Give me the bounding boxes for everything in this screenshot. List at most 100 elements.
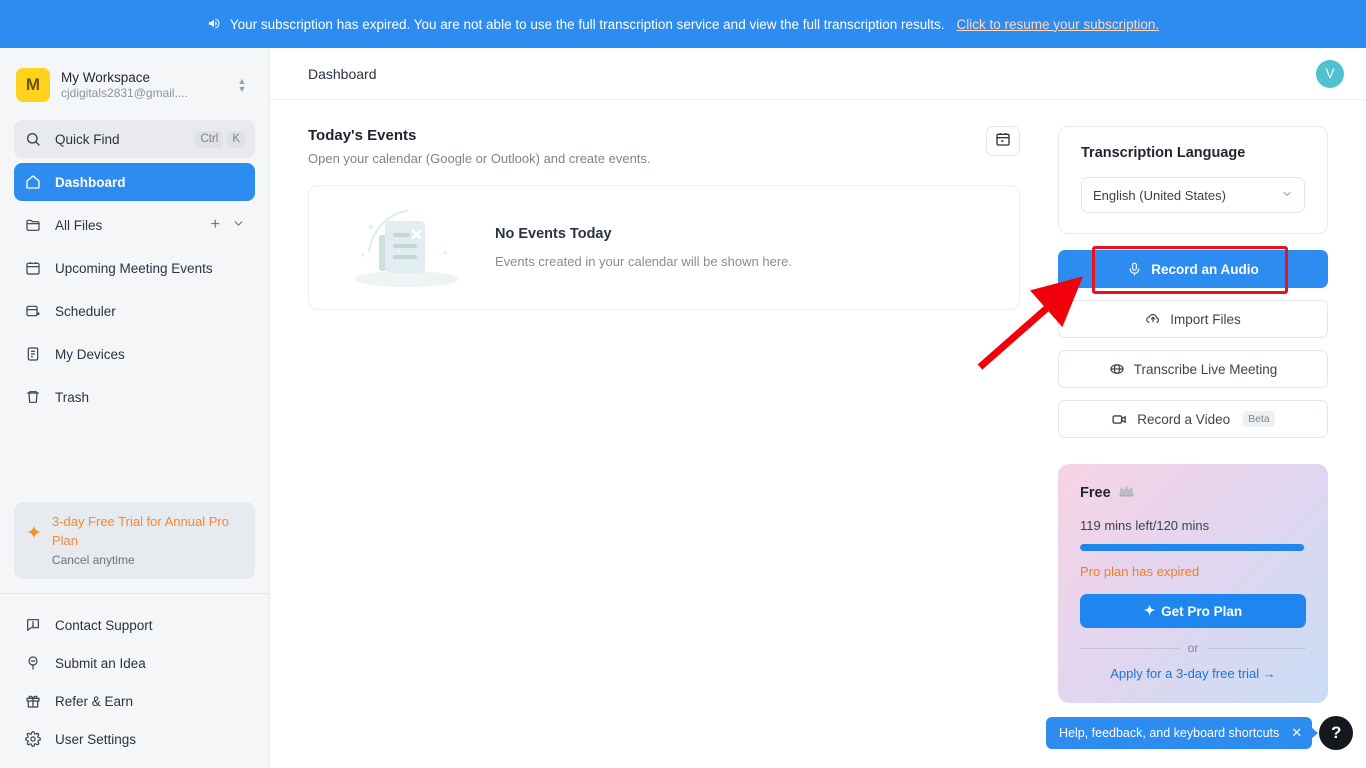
sidebar-nav: Quick Find Ctrl K Dashboard All Files + bbox=[0, 116, 269, 421]
help-pill-text: Help, feedback, and keyboard shortcuts bbox=[1059, 726, 1280, 740]
get-pro-plan-label: Get Pro Plan bbox=[1161, 603, 1243, 619]
action-label: Record an Audio bbox=[1151, 261, 1259, 277]
sidebar-item-dashboard[interactable]: Dashboard bbox=[14, 163, 255, 201]
or-divider: or bbox=[1080, 641, 1307, 655]
sidebar-item-quick-find[interactable]: Quick Find Ctrl K bbox=[14, 120, 255, 158]
sidebar-item-user-settings[interactable]: User Settings bbox=[14, 720, 255, 758]
apply-free-trial-link[interactable]: Apply for a 3-day free trial → bbox=[1080, 666, 1306, 681]
transcription-language-card: Transcription Language English (United S… bbox=[1058, 126, 1328, 234]
empty-document-icon bbox=[351, 205, 463, 291]
gift-icon bbox=[24, 693, 41, 710]
sidebar-item-upcoming-meeting-events[interactable]: Upcoming Meeting Events bbox=[14, 249, 255, 287]
close-icon[interactable]: ✕ bbox=[1291, 725, 1302, 741]
megaphone-icon bbox=[207, 16, 222, 33]
sidebar-item-label: Upcoming Meeting Events bbox=[55, 260, 213, 276]
chevron-down-icon bbox=[1281, 188, 1293, 203]
upload-cloud-icon bbox=[1145, 311, 1161, 327]
transcription-language-title: Transcription Language bbox=[1081, 145, 1246, 161]
plus-icon[interactable]: + bbox=[211, 217, 220, 233]
events-subtitle: Open your calendar (Google or Outlook) a… bbox=[308, 151, 651, 166]
action-label: Record a Video bbox=[1137, 411, 1231, 427]
breadcrumb: Dashboard bbox=[308, 65, 377, 82]
workspace-avatar: M bbox=[16, 68, 50, 102]
resume-subscription-link[interactable]: Click to resume your subscription. bbox=[957, 17, 1160, 32]
language-select[interactable]: English (United States) bbox=[1081, 177, 1305, 213]
chevron-up-down-icon: ▲ ▼ bbox=[237, 76, 247, 94]
sparkle-icon: ✦ bbox=[1143, 603, 1156, 618]
language-select-value: English (United States) bbox=[1093, 187, 1226, 203]
sidebar-item-label: Trash bbox=[55, 389, 90, 405]
folder-icon bbox=[24, 217, 41, 234]
transcribe-live-meeting-button[interactable]: Transcribe Live Meeting bbox=[1058, 350, 1328, 388]
calendar-icon bbox=[24, 260, 41, 277]
open-calendar-button[interactable] bbox=[986, 126, 1020, 156]
sidebar-footer-nav: Contact Support Submit an Idea Refer & E… bbox=[0, 594, 269, 768]
plan-progress-bar bbox=[1080, 544, 1306, 551]
sidebar-item-scheduler[interactable]: Scheduler bbox=[14, 292, 255, 330]
plan-expired-text: Pro plan has expired bbox=[1080, 564, 1200, 579]
sidebar-item-refer-and-earn[interactable]: Refer & Earn bbox=[14, 682, 255, 720]
quick-find-shortcut: Ctrl K bbox=[195, 130, 245, 148]
calendar-icon bbox=[995, 131, 1011, 152]
beta-badge: Beta bbox=[1243, 411, 1275, 427]
main-content: Dashboard V Today's Events Open your cal… bbox=[270, 48, 1366, 768]
action-label: Transcribe Live Meeting bbox=[1133, 361, 1278, 377]
sidebar-item-label: Scheduler bbox=[55, 303, 116, 319]
promo-title: 3-day Free Trial for Annual Pro Plan bbox=[51, 514, 229, 548]
help-widget: Help, feedback, and keyboard shortcuts ✕… bbox=[1046, 716, 1354, 750]
sidebar-item-label: All Files bbox=[55, 217, 103, 233]
plan-name: Free bbox=[1080, 485, 1111, 501]
subscription-expired-banner: Your subscription has expired. You are n… bbox=[0, 0, 1366, 48]
action-label: Import Files bbox=[1170, 311, 1241, 327]
no-events-card: No Events Today Events created in your c… bbox=[308, 185, 1020, 310]
banner-message: Your subscription has expired. You are n… bbox=[229, 16, 945, 32]
avatar[interactable]: V bbox=[1316, 59, 1344, 88]
page-title: Today's Events bbox=[308, 127, 417, 144]
footer-item-label: Submit an Idea bbox=[55, 655, 146, 671]
kbd-ctrl: Ctrl bbox=[195, 130, 224, 148]
help-tooltip-pill[interactable]: Help, feedback, and keyboard shortcuts ✕ bbox=[1046, 717, 1319, 749]
workspace-name: My Workspace bbox=[61, 69, 151, 85]
free-trial-promo[interactable]: ✦ 3-day Free Trial for Annual Pro Plan C… bbox=[14, 502, 255, 579]
sidebar: M My Workspace cjdigitals2831@gmail.... … bbox=[0, 48, 270, 768]
quick-find-label: Quick Find bbox=[55, 131, 120, 147]
support-chat-icon bbox=[24, 617, 41, 634]
footer-item-label: Refer & Earn bbox=[55, 693, 134, 709]
live-meeting-icon bbox=[1109, 361, 1125, 377]
workspace-switcher[interactable]: M My Workspace cjdigitals2831@gmail.... … bbox=[14, 64, 255, 106]
no-events-subtitle: Events created in your calendar will be … bbox=[495, 254, 792, 269]
calendar-plus-icon bbox=[24, 303, 41, 320]
record-an-audio-button[interactable]: Record an Audio bbox=[1058, 250, 1328, 288]
chevron-down-icon[interactable] bbox=[232, 217, 245, 233]
sparkle-icon: ✦ bbox=[26, 523, 42, 544]
search-icon bbox=[24, 131, 41, 148]
trash-icon bbox=[24, 389, 41, 406]
sidebar-item-my-devices[interactable]: My Devices bbox=[14, 335, 255, 373]
footer-item-label: Contact Support bbox=[55, 617, 153, 633]
events-section: Today's Events Open your calendar (Googl… bbox=[308, 126, 1020, 703]
sidebar-item-contact-support[interactable]: Contact Support bbox=[14, 606, 255, 644]
right-panel: Transcription Language English (United S… bbox=[1058, 126, 1328, 703]
kbd-k: K bbox=[227, 130, 245, 148]
sidebar-item-submit-an-idea[interactable]: Submit an Idea bbox=[14, 644, 255, 682]
record-a-video-button[interactable]: Record a Video Beta bbox=[1058, 400, 1328, 438]
sidebar-item-label: My Devices bbox=[55, 346, 125, 362]
device-icon bbox=[24, 346, 41, 363]
sidebar-item-all-files[interactable]: All Files + bbox=[14, 206, 255, 244]
crown-icon bbox=[1118, 484, 1135, 502]
plan-card: Free 119 mins left/120 mins Pro plan has… bbox=[1058, 464, 1328, 703]
gear-icon bbox=[24, 731, 41, 748]
sidebar-item-trash[interactable]: Trash bbox=[14, 378, 255, 416]
no-events-title: No Events Today bbox=[495, 226, 612, 242]
microphone-icon bbox=[1127, 262, 1142, 277]
lightbulb-icon bbox=[24, 655, 41, 672]
or-label: or bbox=[1187, 641, 1199, 655]
promo-subtitle: Cancel anytime bbox=[51, 553, 135, 567]
import-files-button[interactable]: Import Files bbox=[1058, 300, 1328, 338]
sidebar-item-label: Dashboard bbox=[55, 174, 126, 190]
workspace-email: cjdigitals2831@gmail.... bbox=[61, 85, 188, 100]
get-pro-plan-button[interactable]: ✦ Get Pro Plan bbox=[1080, 594, 1306, 628]
question-mark-icon[interactable]: ? bbox=[1319, 716, 1354, 750]
footer-item-label: User Settings bbox=[55, 731, 137, 747]
